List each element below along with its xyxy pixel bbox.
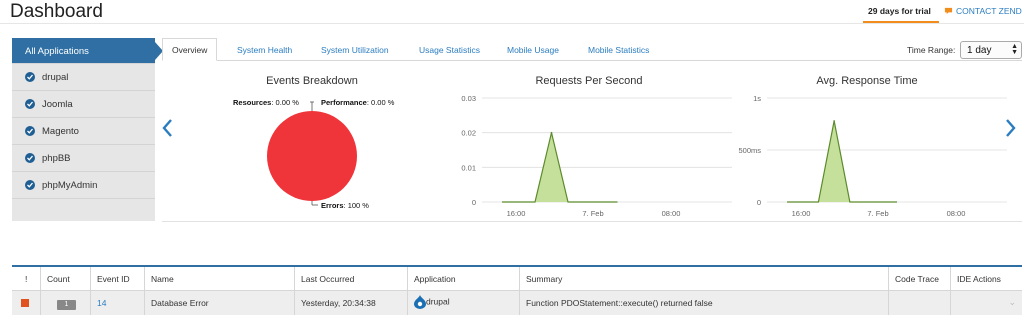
sidebar-item-label: phpBB [42, 153, 71, 164]
sidebar-item-joomla[interactable]: Joomla [12, 91, 155, 118]
previous-arrow-icon[interactable] [162, 118, 174, 138]
y-tick-label: 0.02 [461, 129, 476, 138]
x-tick-label: 7. Feb [867, 209, 888, 218]
column-header-severity[interactable]: ! [12, 267, 41, 291]
column-header-code-trace: Code Trace [889, 267, 951, 291]
x-tick-label: 16:00 [507, 209, 526, 218]
column-header-count[interactable]: Count [41, 267, 91, 291]
page-title: Dashboard [10, 1, 103, 22]
tab-system-health[interactable]: System Health [237, 38, 292, 61]
check-circle-icon [25, 180, 35, 190]
pie-label-performance: Performance: 0.00 % [321, 98, 395, 107]
drupal-icon [414, 295, 426, 309]
column-header-name[interactable]: Name [145, 267, 295, 291]
response-time-peak-point [833, 120, 835, 122]
count-badge: 1 [57, 300, 76, 310]
sidebar-item-magento[interactable]: Magento [12, 118, 155, 145]
avg-response-time-chart: 0 500ms 1s 16:00 7. Feb 08:00 [738, 94, 1007, 218]
application-cell: drupal [408, 291, 520, 315]
x-tick-label: 08:00 [947, 209, 966, 218]
table-row[interactable]: 1 14 Database Error Yesterday, 20:34:38 … [12, 291, 1022, 315]
contact-zend-label: CONTACT ZEND [956, 6, 1022, 16]
chart-title-events: Events Breakdown [266, 75, 358, 87]
table-header-row: ! Count Event ID Name Last Occurred Appl… [12, 267, 1022, 291]
sidebar-item-label: All Applications [25, 46, 89, 57]
sidebar-item-phpmyadmin[interactable]: phpMyAdmin [12, 172, 155, 199]
event-summary: Function PDOStatement::execute() returne… [520, 291, 889, 315]
severity-indicator [21, 299, 29, 307]
y-tick-label: 0.03 [461, 94, 476, 103]
chart-title-response-time: Avg. Response Time [816, 75, 918, 87]
tab-overview[interactable]: Overview [162, 38, 218, 61]
column-header-summary[interactable]: Summary [520, 267, 889, 291]
charts-panel: Events Breakdown Resources: 0.00 % Perfo… [162, 62, 1022, 222]
events-breakdown-chart: Resources: 0.00 % Performance: 0.00 % Er… [233, 98, 395, 210]
page-header: Dashboard 29 days for trial CONTACT ZEND [0, 0, 1024, 24]
time-range-label: Time Range: [907, 45, 956, 55]
contact-zend-link[interactable]: CONTACT ZEND [944, 6, 1022, 16]
sidebar-item-label: drupal [42, 72, 69, 83]
sidebar-item-all-applications[interactable]: All Applications [12, 38, 163, 64]
pie-slice-errors [267, 111, 357, 201]
y-tick-label: 500ms [738, 146, 761, 155]
contact-icon [944, 7, 953, 15]
y-tick-label: 0 [472, 198, 476, 207]
y-tick-label: 0 [757, 198, 761, 207]
y-tick-label: 1s [753, 94, 761, 103]
chart-title-requests: Requests Per Second [535, 75, 643, 87]
check-circle-icon [25, 126, 35, 136]
severity-cell [12, 291, 41, 315]
x-tick-label: 16:00 [792, 209, 811, 218]
pie-label-errors: Errors: 100 % [321, 201, 369, 210]
column-header-event-id[interactable]: Event ID [91, 267, 145, 291]
sidebar-item-phpbb[interactable]: phpBB [12, 145, 155, 172]
application-name: drupal [426, 296, 450, 307]
y-tick-label: 0.01 [461, 163, 476, 172]
requests-per-second-chart: 0 0.01 0.02 0.03 16:00 7. Feb 08:00 [461, 94, 732, 218]
last-occurred: Yesterday, 20:34:38 [295, 291, 408, 315]
event-name: Database Error [145, 291, 295, 315]
x-tick-label: 08:00 [662, 209, 681, 218]
sidebar-item-label: Joomla [42, 99, 73, 110]
select-arrows-icon: ▲ ▼ [1011, 43, 1018, 56]
applications-sidebar: All Applications drupal Joomla Magento p… [12, 38, 163, 221]
trial-status[interactable]: 29 days for trial [863, 0, 939, 23]
check-circle-icon [25, 72, 35, 82]
dashboard-tabs: Overview System Health System Utilizatio… [162, 38, 1022, 61]
tab-mobile-usage[interactable]: Mobile Usage [507, 38, 559, 61]
time-range-value: 1 day [967, 45, 992, 56]
event-id-link[interactable]: 14 [91, 291, 145, 315]
check-circle-icon [25, 99, 35, 109]
x-tick-label: 7. Feb [582, 209, 603, 218]
count-cell: 1 [41, 291, 91, 315]
tab-usage-statistics[interactable]: Usage Statistics [419, 38, 480, 61]
sidebar-item-drupal[interactable]: drupal [12, 64, 155, 91]
code-trace-cell [889, 291, 951, 315]
pie-label-resources: Resources: 0.00 % [233, 98, 299, 107]
column-header-application[interactable]: Application [408, 267, 520, 291]
requests-peak-point [550, 131, 553, 134]
tab-system-utilization[interactable]: System Utilization [321, 38, 389, 61]
chevron-down-icon[interactable]: ⌄ [1008, 297, 1016, 308]
events-table: ! Count Event ID Name Last Occurred Appl… [12, 265, 1022, 315]
sidebar-item-label: Magento [42, 126, 79, 137]
time-range-select[interactable]: 1 day ▲ ▼ [960, 41, 1022, 59]
sidebar-item-label: phpMyAdmin [42, 180, 98, 191]
column-header-ide-actions: IDE Actions [957, 274, 1001, 284]
ide-actions-cell: ⌄ [951, 291, 1022, 315]
check-circle-icon [25, 153, 35, 163]
tab-mobile-statistics[interactable]: Mobile Statistics [588, 38, 649, 61]
column-header-last-occurred[interactable]: Last Occurred [295, 267, 408, 291]
